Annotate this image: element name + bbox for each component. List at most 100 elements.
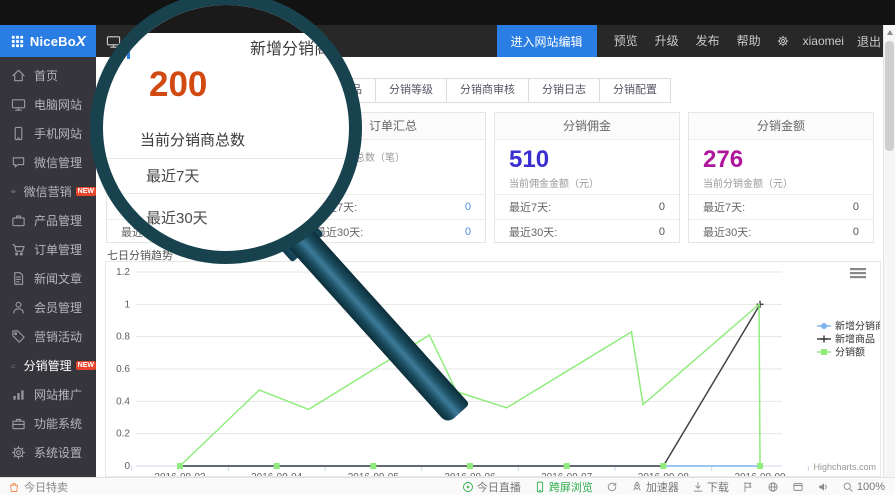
svg-text:0.4: 0.4 — [116, 396, 130, 407]
sidebar-item-home[interactable]: 首页 — [0, 61, 96, 90]
logo-text: NiceBoX — [30, 33, 86, 50]
new-badge: NEW — [76, 361, 96, 370]
card-stat-row: 最近30天: 0 — [689, 219, 873, 244]
sidebar-item-features[interactable]: 功能系统 — [0, 409, 96, 438]
status-item-zoom[interactable]: 100% — [842, 481, 885, 493]
sidebar-item-label: 系统设置 — [34, 444, 82, 461]
magnified-topbar-region — [103, 5, 349, 33]
new-badge: NEW — [76, 187, 96, 196]
status-item-label: 跨屏浏览 — [549, 479, 593, 495]
svg-text:0: 0 — [124, 461, 130, 472]
row-label: 最近30天: — [703, 224, 751, 240]
gamepad-icon — [11, 184, 16, 199]
cart-icon — [11, 242, 26, 257]
sidebar-item-marketing[interactable]: 营销活动 — [0, 322, 96, 351]
status-item-sound[interactable] — [817, 481, 829, 493]
status-item-label: 加速器 — [646, 479, 679, 495]
vertical-scrollbar[interactable] — [883, 25, 895, 477]
topbar-link-publish[interactable]: 发布 — [696, 34, 720, 48]
svg-text:新增分销商: 新增分销商 — [835, 320, 880, 333]
signal-icon — [11, 387, 26, 402]
stat-card-distribution-amount: 分销金额276当前分销金额（元）最近7天:0最近30天:0 — [688, 112, 874, 243]
svg-text:0.6: 0.6 — [116, 364, 130, 375]
sidebar: 首页电脑网站手机网站微信管理微信营销NEW产品管理订单管理新闻文章会员管理营销活… — [0, 57, 96, 477]
scroll-up-arrow[interactable] — [884, 25, 895, 39]
status-item-cross-screen[interactable]: 跨屏浏览 — [534, 479, 593, 495]
sidebar-item-products[interactable]: 产品管理 — [0, 206, 96, 235]
card-title: 分销佣金 — [495, 113, 679, 140]
svg-text:0.2: 0.2 — [116, 429, 130, 440]
divider — [103, 193, 349, 194]
sidebar-item-members[interactable]: 会员管理 — [0, 293, 96, 322]
toolbox-icon — [11, 416, 26, 431]
svg-text:新增商品: 新增商品 — [835, 333, 875, 346]
scrollbar-thumb[interactable] — [885, 41, 894, 151]
status-item-label: 100% — [857, 481, 885, 493]
svg-text:2016-09-07: 2016-09-07 — [541, 472, 593, 476]
status-item-network[interactable] — [767, 481, 779, 493]
status-item-window[interactable] — [792, 481, 804, 493]
svg-text:2016-09-03: 2016-09-03 — [154, 472, 206, 476]
magnified-row-7days: 最近7天 — [146, 165, 199, 186]
topbar-link-upgrade[interactable]: 升级 — [655, 34, 679, 48]
tab-logs[interactable]: 分销日志 — [528, 78, 600, 103]
flag-icon — [742, 481, 754, 493]
sidebar-item-settings[interactable]: 系统设置 — [0, 438, 96, 467]
monitor-icon — [11, 97, 26, 112]
row-value: 0 — [659, 226, 665, 238]
sidebar-item-news[interactable]: 新闻文章 — [0, 264, 96, 293]
status-right: 今日直播 跨屏浏览 加速器下载 100% — [462, 479, 885, 495]
status-item-booster[interactable]: 加速器 — [631, 479, 679, 495]
row-value: 0 — [853, 201, 859, 213]
sidebar-item-wechat[interactable]: 微信管理 — [0, 148, 96, 177]
status-item-download[interactable]: 下载 — [692, 479, 729, 495]
status-left[interactable]: 今日特卖 — [8, 479, 68, 495]
status-item-flag[interactable] — [742, 481, 754, 493]
sidebar-item-mobile-site[interactable]: 手机网站 — [0, 119, 96, 148]
card-title: 分销金额 — [689, 113, 873, 140]
tab-config[interactable]: 分销配置 — [599, 78, 671, 103]
gear-icon[interactable] — [777, 35, 789, 47]
logout-link[interactable]: 退出 — [857, 33, 881, 50]
grid-icon — [10, 34, 25, 49]
status-item-live[interactable]: 今日直播 — [462, 479, 521, 495]
phone-icon — [534, 481, 546, 493]
svg-text:0.8: 0.8 — [116, 332, 130, 343]
svg-text:2016-09-08: 2016-09-08 — [638, 472, 690, 476]
line-chart-icon — [11, 358, 16, 373]
sidebar-item-label: 电脑网站 — [34, 96, 82, 113]
topbar-right: 进入网站编辑 预览 升级 发布 帮助 xiaomei 退出 — [497, 25, 881, 57]
home-icon — [11, 68, 26, 83]
sidebar-item-distribution[interactable]: 分销管理 NEW — [0, 351, 96, 380]
sidebar-item-orders[interactable]: 订单管理 — [0, 235, 96, 264]
sidebar-item-pc-site[interactable]: 电脑网站 — [0, 90, 96, 119]
trend-line-chart: 00.20.40.60.811.22016-09-032016-09-04201… — [106, 262, 880, 476]
tab-levels[interactable]: 分销等级 — [375, 78, 447, 103]
sidebar-item-wechat-marketing[interactable]: 微信营销NEW — [0, 177, 96, 206]
divider — [103, 158, 349, 159]
status-item-label: 今日直播 — [477, 479, 521, 495]
sidebar-item-label: 分销管理 — [24, 357, 72, 374]
sidebar-item-promotion[interactable]: 网站推广 — [0, 380, 96, 409]
row-value: 0 — [853, 226, 859, 238]
card-stat-row: 最近30天:0 — [301, 219, 485, 244]
svg-text:1: 1 — [124, 299, 130, 310]
username[interactable]: xiaomei — [803, 34, 844, 48]
status-item-refresh[interactable] — [606, 481, 618, 493]
play-circle-icon — [462, 481, 474, 493]
status-bar: 今日特卖 今日直播 跨屏浏览 加速器下载 100% — [0, 477, 895, 495]
globe-icon — [767, 481, 779, 493]
tab-bar: 分销产品分销等级分销商审核分销日志分销配置 — [305, 78, 671, 103]
row-label: 最近7天: — [509, 199, 551, 215]
topbar-link-help[interactable]: 帮助 — [737, 34, 761, 48]
magnified-row-30days: 最近30天 — [146, 207, 208, 228]
magnifier-lens: 新增分销商 200 当前分销商总数 最近7天 最近30天 — [90, 0, 362, 264]
sidebar-item-label: 网站推广 — [34, 386, 82, 403]
sidebar-item-label: 微信管理 — [34, 154, 82, 171]
tab-review[interactable]: 分销商审核 — [446, 78, 529, 103]
enter-site-edit-button[interactable]: 进入网站编辑 — [497, 25, 597, 57]
topbar-link-preview[interactable]: 预览 — [614, 34, 638, 48]
sidebar-item-label: 手机网站 — [34, 125, 82, 142]
sidebar-item-label: 营销活动 — [34, 328, 82, 345]
sale-bag-icon — [8, 481, 20, 493]
